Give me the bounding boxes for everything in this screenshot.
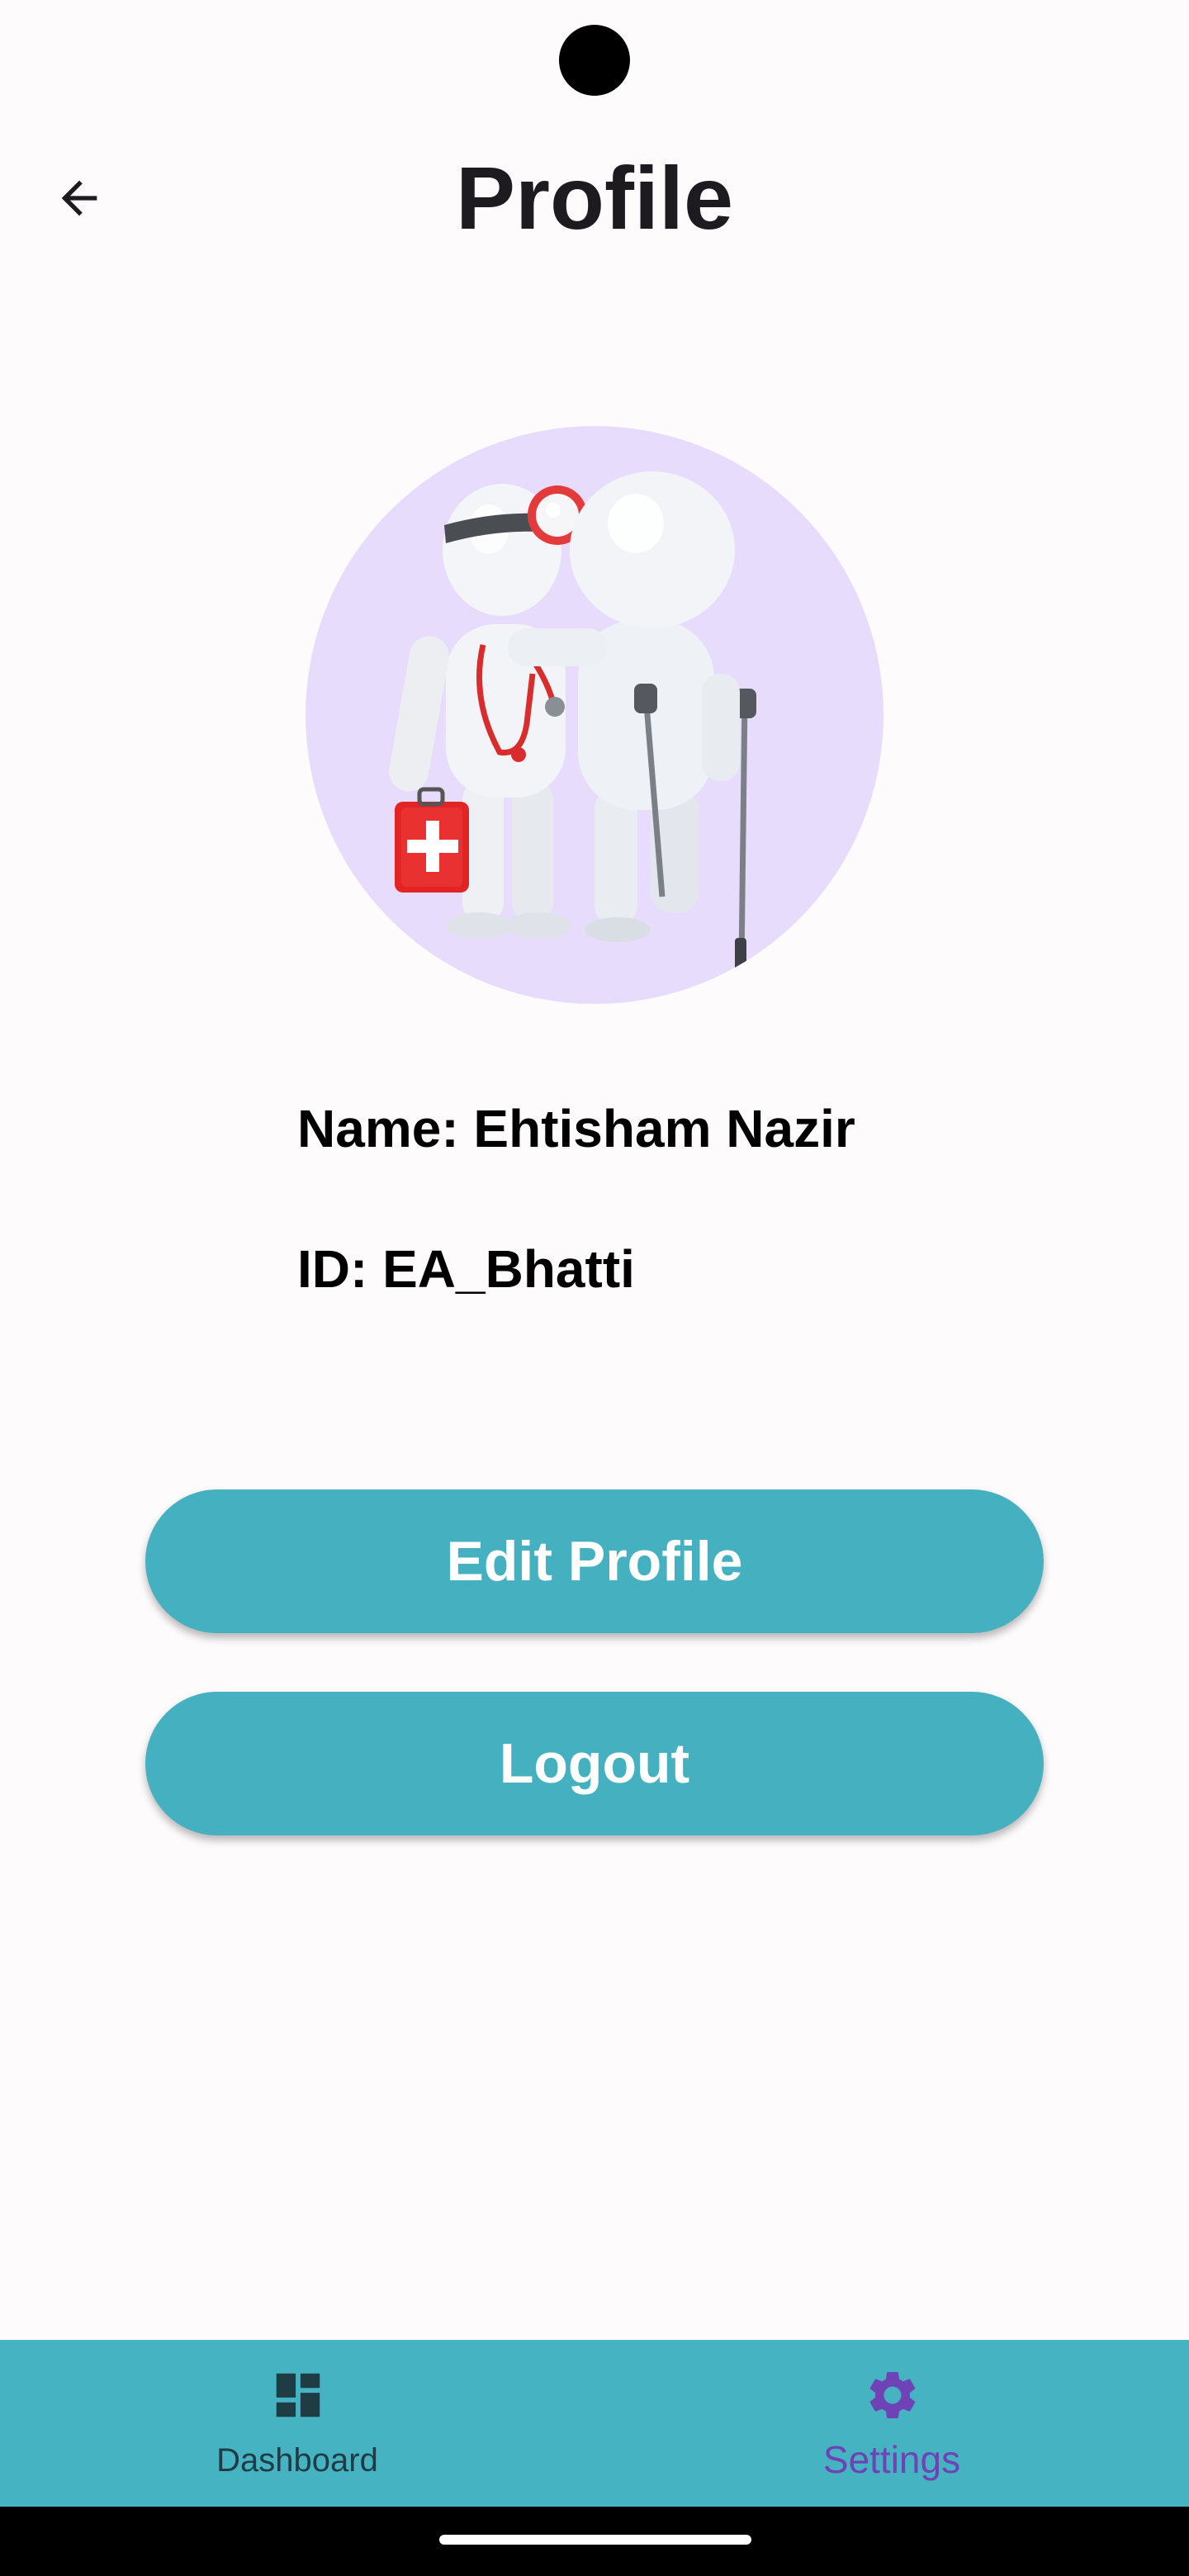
- system-navigation-bar: [0, 2507, 1189, 2576]
- nav-item-dashboard[interactable]: Dashboard: [0, 2340, 594, 2507]
- back-button[interactable]: [38, 157, 121, 239]
- bottom-navigation: Dashboard Settings: [0, 2340, 1189, 2507]
- dashboard-icon: [276, 2373, 320, 2417]
- camera-cutout: [559, 25, 630, 96]
- logout-button[interactable]: Logout: [145, 1692, 1044, 1835]
- nav-item-settings[interactable]: Settings: [594, 2340, 1189, 2507]
- app-bar: Profile: [0, 132, 1189, 264]
- profile-screen: Profile Name: Ehtisham Nazir ID: EA_Bhat…: [0, 0, 1189, 2576]
- status-bar: [0, 0, 1189, 116]
- gear-icon: [869, 2372, 916, 2418]
- arrow-back-icon: [61, 180, 97, 216]
- profile-id: ID: EA_Bhatti: [297, 1239, 635, 1299]
- profile-name: Name: Ehtisham Nazir: [297, 1099, 855, 1158]
- page-title: Profile: [455, 148, 734, 248]
- home-indicator[interactable]: [439, 2535, 751, 2545]
- nav-label-settings: Settings: [822, 2438, 961, 2481]
- nav-label-dashboard: Dashboard: [216, 2442, 378, 2479]
- doctor-figure: [389, 484, 587, 939]
- avatar: [306, 426, 883, 1004]
- doctor-with-patient-illustration: [389, 471, 756, 975]
- edit-profile-button[interactable]: Edit Profile: [145, 1489, 1044, 1633]
